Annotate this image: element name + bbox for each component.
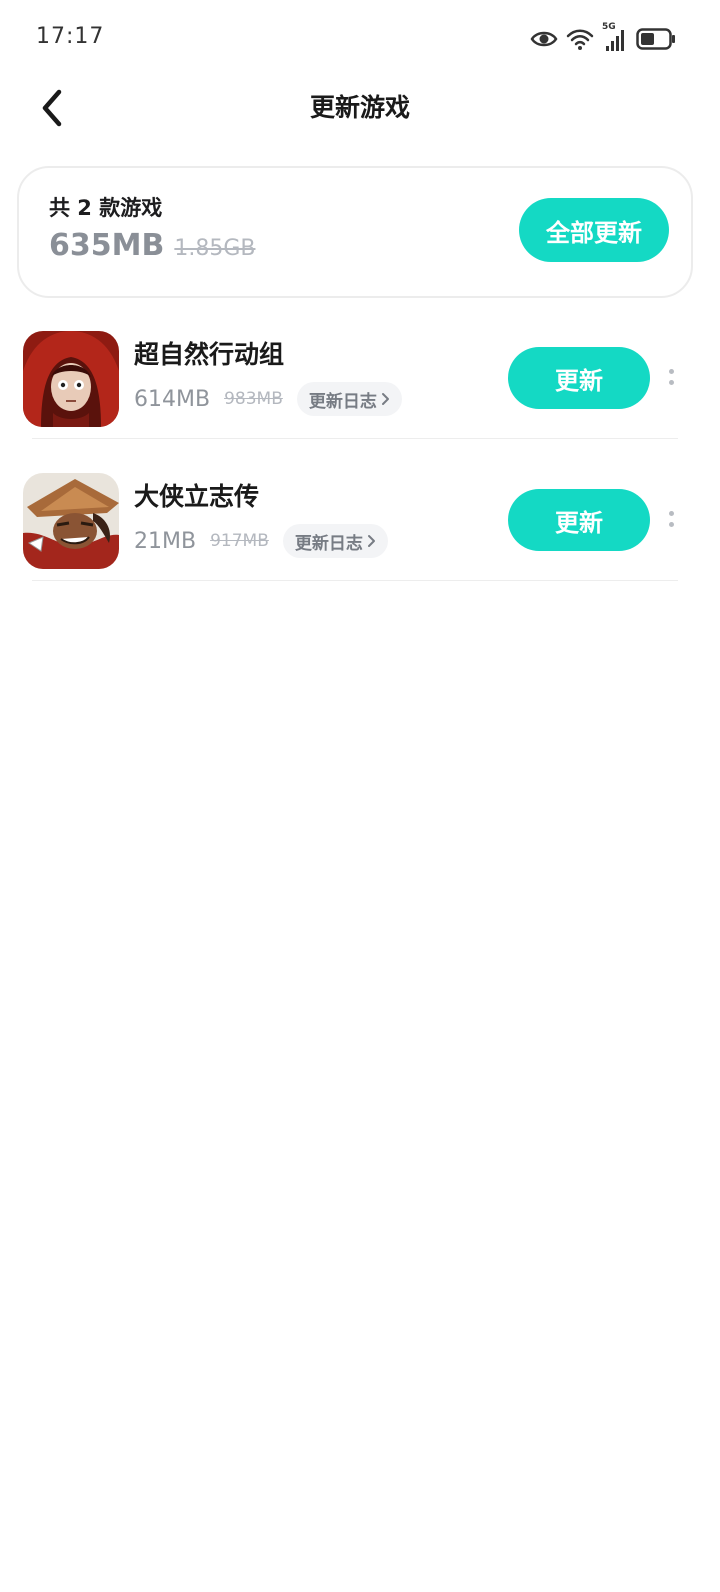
update-button[interactable]: 更新 <box>508 347 650 409</box>
battery-icon <box>636 28 675 50</box>
chevron-right-icon <box>367 535 375 547</box>
total-old-size: 1.85GB <box>174 236 256 261</box>
game-meta: 614MB 983MB 更新日志 <box>134 381 402 417</box>
game-new-size: 21MB <box>134 528 197 554</box>
game-icon-supernatural <box>23 331 119 427</box>
chevron-right-icon <box>381 393 389 405</box>
game-icon-hero <box>23 473 119 569</box>
divider <box>32 438 678 439</box>
game-row[interactable]: 超自然行动组 614MB 983MB 更新日志 更新 <box>0 319 720 439</box>
game-count-text: 共 2 款游戏 <box>49 196 163 220</box>
divider <box>32 580 678 581</box>
game-row[interactable]: 大侠立志传 21MB 917MB 更新日志 更新 <box>0 461 720 581</box>
update-all-button[interactable]: 全部更新 <box>519 198 669 262</box>
wifi-icon <box>566 29 594 50</box>
summary-size: 635MB 1.85GB <box>49 228 255 263</box>
changelog-button[interactable]: 更新日志 <box>282 524 388 558</box>
cellular-signal-icon: 5G <box>602 22 628 52</box>
status-time: 17:17 <box>36 24 105 49</box>
game-meta: 21MB 917MB 更新日志 <box>134 523 388 559</box>
update-button[interactable]: 更新 <box>508 489 650 551</box>
status-bar: 17:17 5G <box>0 0 720 78</box>
more-options-icon[interactable] <box>662 501 680 537</box>
more-options-icon[interactable] <box>662 359 680 395</box>
game-new-size: 614MB <box>134 386 211 412</box>
changelog-label: 更新日志 <box>294 533 363 554</box>
game-name: 超自然行动组 <box>134 340 285 369</box>
changelog-button[interactable]: 更新日志 <box>296 382 402 416</box>
eye-icon <box>530 31 558 47</box>
game-name: 大侠立志传 <box>134 482 260 511</box>
status-icons: 5G <box>530 22 676 54</box>
page-title: 更新游戏 <box>309 93 410 122</box>
changelog-label: 更新日志 <box>308 391 377 412</box>
game-old-size: 917MB <box>210 531 269 551</box>
summary-card: 共 2 款游戏 635MB 1.85GB 全部更新 <box>17 166 693 298</box>
game-old-size: 983MB <box>224 389 283 409</box>
header: 更新游戏 <box>0 78 720 134</box>
total-new-size: 635MB <box>49 228 165 263</box>
